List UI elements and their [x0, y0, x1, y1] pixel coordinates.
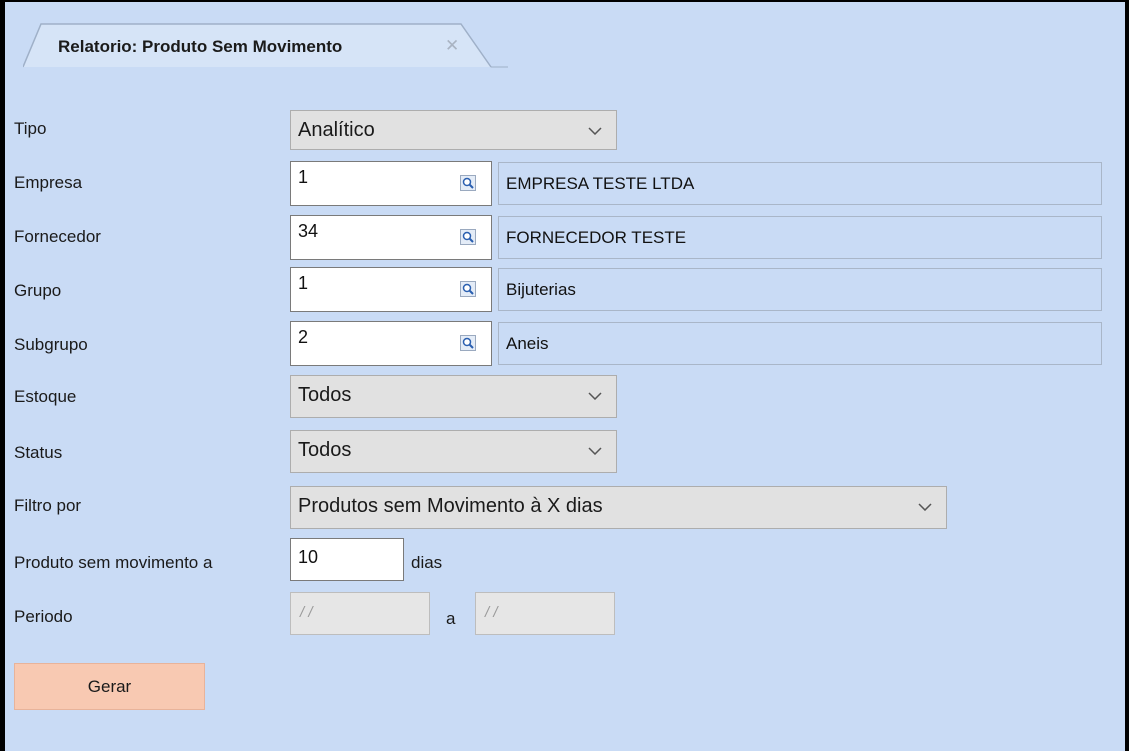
periodo-end-input[interactable]: / / — [475, 592, 615, 635]
report-window: Relatorio: Produto Sem Movimento ✕ Tipo … — [0, 0, 1129, 751]
status-select[interactable]: Todos — [290, 430, 617, 473]
periodo-start-value: / / — [300, 604, 313, 621]
fornecedor-label: Fornecedor — [14, 227, 101, 246]
empresa-code-input[interactable]: 1 — [290, 161, 492, 206]
filtro-value: Produtos sem Movimento à X dias — [298, 495, 603, 517]
empresa-label: Empresa — [14, 173, 83, 192]
tab-title[interactable]: Relatorio: Produto Sem Movimento — [58, 37, 342, 57]
periodo-label: Periodo — [14, 607, 73, 626]
sem-movimento-input[interactable]: 10 — [290, 538, 404, 581]
status-label: Status — [14, 443, 63, 462]
grupo-code: 1 — [298, 273, 309, 293]
chevron-down-icon — [588, 392, 602, 400]
tipo-value: Analítico — [298, 119, 375, 141]
sem-movimento-value: 10 — [298, 547, 319, 567]
dias-label: dias — [411, 553, 443, 572]
fornecedor-code-input[interactable]: 34 — [290, 215, 492, 260]
estoque-value: Todos — [298, 384, 352, 406]
grupo-label: Grupo — [14, 281, 62, 300]
subgrupo-code-input[interactable]: 2 — [290, 321, 492, 366]
filtro-label: Filtro por — [14, 496, 82, 515]
tipo-select[interactable]: Analítico — [290, 110, 617, 150]
periodo-start-input[interactable]: / / — [290, 592, 430, 635]
chevron-down-icon — [588, 447, 602, 455]
magnifier-icon[interactable] — [460, 175, 476, 191]
fornecedor-code: 34 — [298, 221, 319, 241]
status-value: Todos — [298, 439, 352, 461]
periodo-separator: a — [446, 609, 456, 628]
magnifier-icon[interactable] — [460, 281, 476, 297]
empresa-code: 1 — [298, 167, 309, 187]
magnifier-icon[interactable] — [460, 229, 476, 245]
grupo-code-input[interactable]: 1 — [290, 267, 492, 312]
subgrupo-label: Subgrupo — [14, 335, 88, 354]
close-icon[interactable]: ✕ — [445, 36, 459, 56]
sem-movimento-label: Produto sem movimento a — [14, 553, 213, 572]
chevron-down-icon — [918, 503, 932, 511]
fornecedor-description: FORNECEDOR TESTE — [498, 216, 1102, 259]
periodo-end-value: / / — [485, 604, 498, 621]
estoque-label: Estoque — [14, 387, 77, 406]
estoque-select[interactable]: Todos — [290, 375, 617, 418]
tab-bar: Relatorio: Produto Sem Movimento ✕ — [5, 2, 1125, 68]
tipo-label: Tipo — [14, 119, 47, 138]
filtro-select[interactable]: Produtos sem Movimento à X dias — [290, 486, 947, 529]
chevron-down-icon — [588, 127, 602, 135]
subgrupo-description: Aneis — [498, 322, 1102, 365]
gerar-button[interactable]: Gerar — [14, 663, 205, 710]
grupo-description: Bijuterias — [498, 268, 1102, 311]
magnifier-icon[interactable] — [460, 335, 476, 351]
subgrupo-code: 2 — [298, 327, 309, 347]
empresa-description: EMPRESA TESTE LTDA — [498, 162, 1102, 205]
